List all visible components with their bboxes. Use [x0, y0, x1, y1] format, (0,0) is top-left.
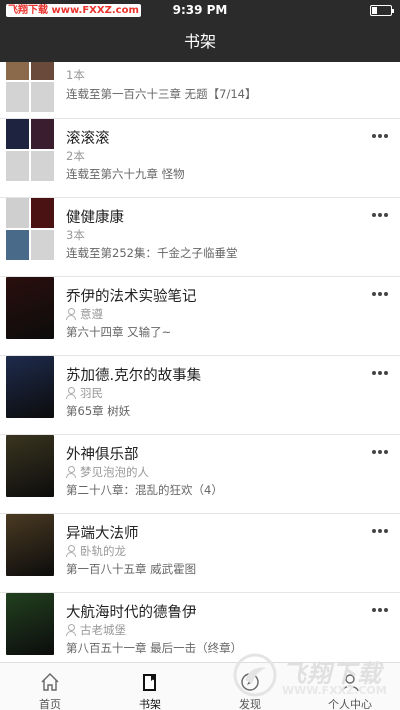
book-author: 意遵	[66, 306, 103, 322]
book-title: 外神俱乐部	[66, 447, 139, 463]
author-icon	[66, 387, 76, 399]
cover-thumb	[31, 198, 54, 228]
group-count: 3本	[66, 228, 85, 242]
book-item[interactable]: 苏加德.克尔的故事集 羽民 第65章 树妖	[0, 356, 400, 435]
cover-placeholder	[31, 82, 54, 112]
book-cover	[6, 356, 54, 418]
author-icon	[66, 624, 76, 636]
cover-thumb	[31, 119, 54, 149]
book-latest-chapter: 第二十八章：混乱的狂欢（4）	[66, 483, 223, 497]
group-cover-grid	[6, 198, 54, 260]
book-cover	[6, 593, 54, 655]
book-item[interactable]: 异端大法师 卧轨的龙 第一百八十五章 威武霍图	[0, 514, 400, 593]
cover-thumb	[31, 62, 54, 80]
book-cover	[6, 514, 54, 576]
battery-icon	[370, 5, 394, 16]
group-item[interactable]: 滚滚滚 2本 连载至第六十九章 怪物	[0, 119, 400, 198]
book-item[interactable]: 乔伊的法术实验笔记 意遵 第六十四章 又输了~	[0, 277, 400, 356]
group-item[interactable]: 1本 连载至第一百六十三章 无题【7/14】	[0, 62, 400, 119]
tab-home-label: 首页	[39, 698, 61, 710]
group-title: 滚滚滚	[66, 131, 110, 147]
group-latest: 连载至第六十九章 怪物	[66, 167, 185, 181]
book-title: 异端大法师	[66, 526, 139, 542]
group-count: 1本	[66, 68, 85, 82]
cover-thumb	[6, 230, 29, 260]
cover-thumb	[6, 119, 29, 149]
more-button[interactable]	[372, 289, 390, 299]
more-button[interactable]	[372, 447, 390, 457]
tab-bookshelf-label: 书架	[139, 698, 161, 710]
more-button[interactable]	[372, 131, 390, 141]
book-author: 古老城堡	[66, 622, 126, 638]
nav-bar: 书架	[0, 22, 400, 62]
cover-thumb	[6, 62, 29, 80]
book-cover	[6, 435, 54, 497]
group-latest: 连载至第252集：千金之子临垂堂	[66, 246, 238, 260]
book-author: 梦见泡泡的人	[66, 464, 149, 480]
group-item[interactable]: 健健康康 3本 连载至第252集：千金之子临垂堂	[0, 198, 400, 277]
cover-thumb	[6, 198, 29, 228]
bookshelf-list[interactable]: 1本 连载至第一百六十三章 无题【7/14】 滚滚滚 2本 连载至第六十九章 怪…	[0, 62, 400, 662]
cover-placeholder	[6, 151, 29, 181]
author-icon	[66, 466, 76, 478]
book-author: 羽民	[66, 385, 103, 401]
group-count: 2本	[66, 149, 85, 163]
more-button[interactable]	[372, 605, 390, 615]
watermark-url: WWW.FXXZ.COM	[282, 684, 387, 697]
tab-bookshelf[interactable]: 书架	[100, 663, 200, 710]
status-bar: 飞翔下载 www.FXXZ.com 9:39 PM	[0, 0, 400, 22]
book-title: 大航海时代的德鲁伊	[66, 605, 197, 621]
group-latest: 连载至第一百六十三章 无题【7/14】	[66, 87, 257, 101]
watermark-logo-icon	[233, 653, 277, 697]
home-icon	[41, 673, 59, 691]
book-latest-chapter: 第一百八十五章 威武霍图	[66, 562, 197, 576]
book-latest-chapter: 第八百五十一章 最后一击（终章）	[66, 641, 243, 655]
author-icon	[66, 308, 76, 320]
bookshelf-icon	[143, 674, 156, 691]
book-latest-chapter: 第65章 树妖	[66, 404, 131, 418]
page-title: 书架	[183, 32, 216, 51]
clock: 9:39 PM	[172, 3, 228, 17]
tab-home[interactable]: 首页	[0, 663, 100, 710]
group-title: 健健康康	[66, 210, 124, 226]
group-cover-grid	[6, 119, 54, 181]
more-button[interactable]	[372, 210, 390, 220]
group-cover-grid	[6, 62, 54, 112]
book-title: 苏加德.克尔的故事集	[66, 368, 202, 384]
author-icon	[66, 545, 76, 557]
cover-placeholder	[31, 230, 54, 260]
book-latest-chapter: 第六十四章 又输了~	[66, 325, 172, 339]
site-watermark: 飞翔下载 WWW.FXXZ.COM	[232, 652, 392, 700]
book-cover	[6, 277, 54, 339]
book-author: 卧轨的龙	[66, 543, 126, 559]
cover-placeholder	[6, 82, 29, 112]
more-button[interactable]	[372, 526, 390, 536]
more-button[interactable]	[372, 368, 390, 378]
book-title: 乔伊的法术实验笔记	[66, 289, 197, 305]
cover-placeholder	[31, 151, 54, 181]
book-item[interactable]: 外神俱乐部 梦见泡泡的人 第二十八章：混乱的狂欢（4）	[0, 435, 400, 514]
